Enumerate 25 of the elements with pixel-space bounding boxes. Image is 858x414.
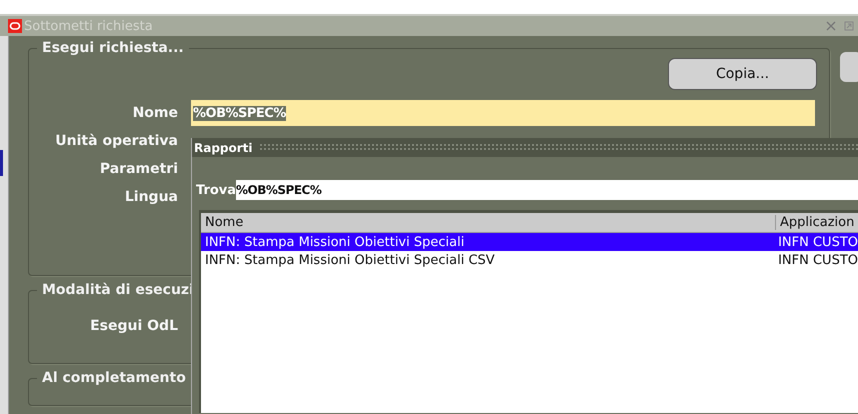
name-field[interactable]: %OB%SPEC% [191, 100, 815, 126]
find-label: Trova [195, 182, 236, 198]
close-icon[interactable] [826, 21, 836, 31]
column-header[interactable]: Applicazion [775, 215, 854, 230]
table-cell-text: INFN: Stampa Missioni Obiettivi Speciali CSV [204, 252, 496, 268]
table-row[interactable]: INFN: Stampa Missioni Obiettivi Speciali CSV INFN CUSTO [201, 251, 858, 269]
find-field[interactable]: %OB%SPEC% [236, 180, 858, 200]
restore-icon[interactable] [844, 21, 854, 31]
field-label: Esegui OdL [89, 318, 178, 334]
field-label: Nome [132, 105, 178, 121]
column-header[interactable]: Nome [201, 215, 775, 230]
table-cell-text: INFN: Stampa Missioni Obiettivi Speciali [204, 234, 466, 250]
table-cell-text: INFN CUSTO [777, 252, 858, 268]
copy-button[interactable]: Copia... [668, 58, 817, 90]
app-icon [8, 19, 22, 33]
dialog-title: Rapporti [193, 140, 254, 154]
table-row[interactable]: INFN: Stampa Missioni Obiettivi Speciali INFN CUSTO [201, 233, 858, 251]
field-value: %OB%SPEC% [193, 106, 286, 120]
field-label: Unità operativa [54, 133, 178, 149]
group-title: Al completamento [41, 370, 187, 386]
field-label: Parametri [98, 161, 178, 177]
field-label: Lingua [124, 189, 178, 205]
group-title: Esegui richiesta... [41, 40, 185, 56]
table-cell-text: INFN CUSTO [777, 234, 858, 250]
background-button[interactable] [840, 52, 858, 82]
